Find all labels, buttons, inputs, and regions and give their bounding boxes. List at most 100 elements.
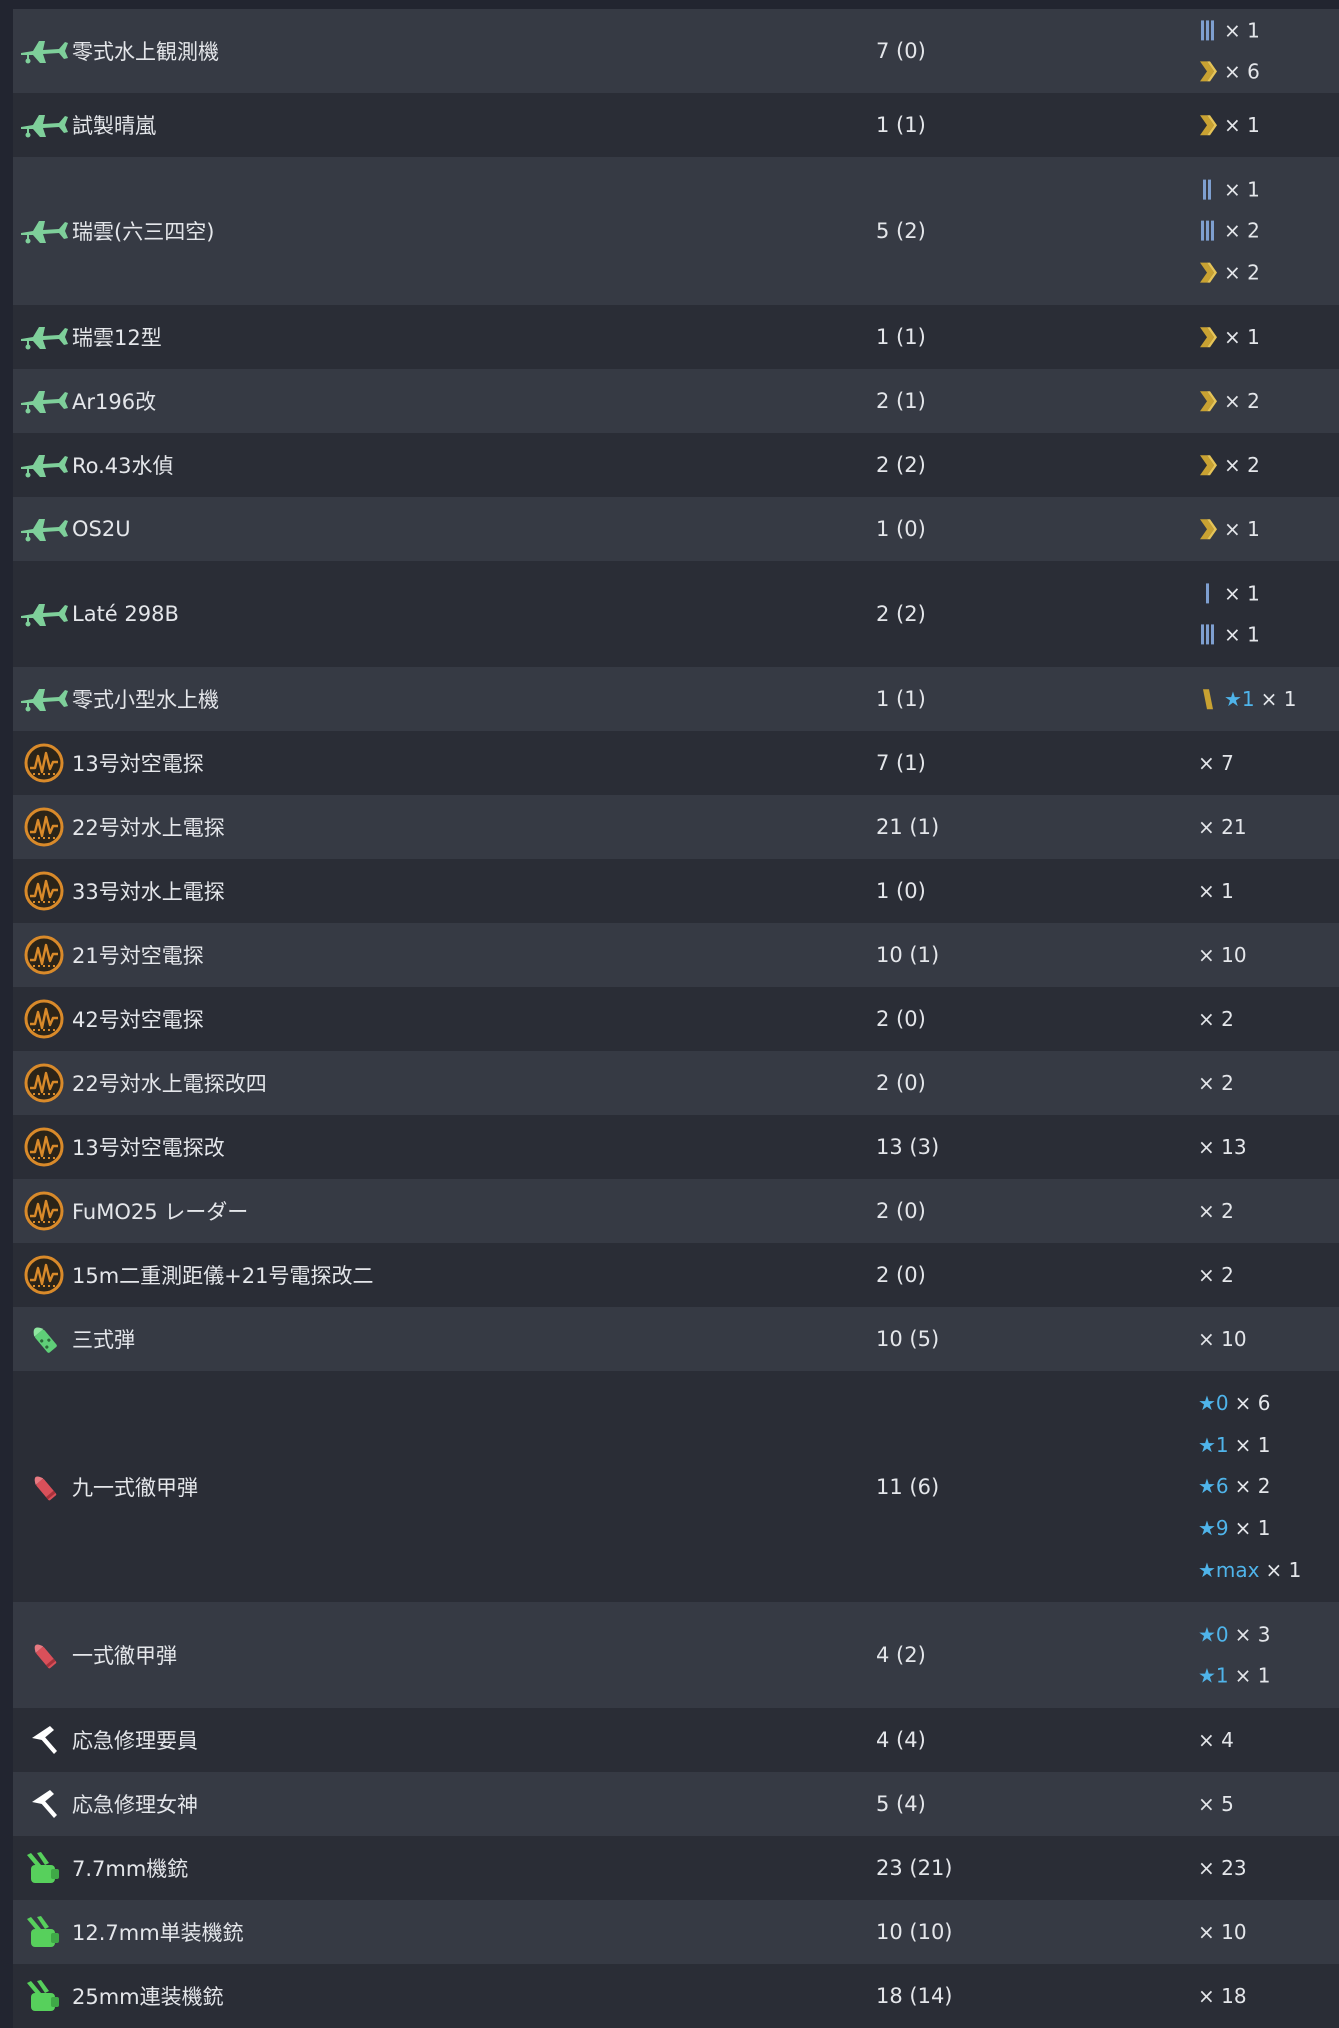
table-row[interactable]: 21号対空電探 10 (1) × 10	[13, 923, 1339, 987]
improvement-count: × 2	[1198, 1263, 1234, 1287]
equipment-name: 22号対水上電探	[72, 816, 225, 840]
improvement-list: × 1	[1198, 508, 1260, 550]
table-row[interactable]: 15m二重測距儀+21号電探改二 2 (0) × 2	[13, 1243, 1339, 1307]
equipment-name: 三式弾	[72, 1328, 135, 1352]
aa-gun-icon	[19, 1848, 69, 1888]
table-row[interactable]: FuMO25 レーダー 2 (0) × 2	[13, 1179, 1339, 1243]
equipment-count: 10 (5)	[876, 1327, 940, 1351]
improvement-list: × 2	[1198, 998, 1234, 1040]
improvement-list: × 23	[1198, 1847, 1247, 1889]
table-row[interactable]: 33号対水上電探 1 (0) × 1	[13, 859, 1339, 923]
improvement-entry: × 1	[1198, 870, 1234, 912]
table-row[interactable]: 零式水上観測機 7 (0) × 1 × 6	[13, 9, 1339, 93]
seaplane-icon	[19, 509, 69, 549]
ap-shell-icon	[19, 1467, 69, 1507]
equipment-count: 4 (4)	[876, 1728, 926, 1752]
improvement-entry: × 10	[1198, 1318, 1247, 1360]
prof-gold-icon	[1198, 262, 1218, 284]
improvement-count: × 1	[1234, 1663, 1271, 1688]
radar-icon	[19, 807, 69, 847]
prof-gold-icon	[1198, 114, 1218, 136]
table-row[interactable]: 瑞雲12型 1 (1) × 1	[13, 305, 1339, 369]
equipment-name: OS2U	[72, 517, 131, 541]
improvement-entry: × 18	[1198, 1975, 1247, 2017]
improvement-list: × 2	[1198, 1254, 1234, 1296]
equipment-count: 2 (1)	[876, 389, 926, 413]
improvement-list: ★0 × 3 ★1 × 1	[1198, 1613, 1271, 1696]
improvement-count: × 2	[1224, 389, 1260, 413]
radar-icon	[19, 999, 69, 1039]
table-row[interactable]: 25mm連装機銃 18 (14) × 18	[13, 1964, 1339, 2028]
table-row[interactable]: Laté 298B 2 (2) × 1 × 1	[13, 561, 1339, 667]
repair-icon	[19, 1720, 69, 1760]
improvement-entry: × 2	[1198, 252, 1260, 294]
improvement-list: × 1	[1198, 870, 1234, 912]
repair-icon	[19, 1784, 69, 1824]
improvement-count: × 5	[1198, 1792, 1234, 1816]
table-row[interactable]: Ar196改 2 (1) × 2	[13, 369, 1339, 433]
improvement-count: × 10	[1198, 943, 1247, 967]
equipment-count: 2 (0)	[876, 1199, 926, 1223]
equipment-count: 1 (1)	[876, 687, 926, 711]
prof-1-icon	[1198, 582, 1218, 604]
table-row[interactable]: 13号対空電探 7 (1) × 7	[13, 731, 1339, 795]
equipment-count: 2 (2)	[876, 602, 926, 626]
improvement-count: × 1	[1265, 1557, 1302, 1582]
equipment-name: 22号対水上電探改四	[72, 1072, 267, 1096]
seaplane-icon	[19, 679, 69, 719]
improvement-list: ★1 × 1	[1198, 678, 1297, 720]
equipment-name: 九一式徹甲弾	[72, 1475, 198, 1500]
improvement-list: × 5	[1198, 1783, 1234, 1825]
improvement-entry: ★1 × 1	[1198, 678, 1297, 720]
improvement-entry: × 4	[1198, 1719, 1234, 1761]
improvement-entry: ★max × 1	[1198, 1549, 1301, 1591]
prof-gold-icon	[1198, 454, 1218, 476]
table-row[interactable]: 瑞雲(六三四空) 5 (2) × 1 × 2 × 2	[13, 157, 1339, 305]
improvement-entry: × 1	[1198, 508, 1260, 550]
improvement-count: × 18	[1198, 1984, 1247, 2008]
radar-icon	[19, 1255, 69, 1295]
table-row[interactable]: 12.7mm単装機銃 10 (10) × 10	[13, 1900, 1339, 1964]
improvement-list: × 2	[1198, 380, 1260, 422]
improvement-star: ★1	[1198, 1663, 1229, 1688]
table-row[interactable]: 九一式徹甲弾 11 (6) ★0 × 6 ★1 × 1 ★6 × 2 ★9 × 1 ★max × 1	[13, 1371, 1339, 1602]
table-row[interactable]: 42号対空電探 2 (0) × 2	[13, 987, 1339, 1051]
improvement-list: × 2	[1198, 1062, 1234, 1104]
improvement-entry: × 13	[1198, 1126, 1247, 1168]
improvement-entry: × 1	[1198, 614, 1260, 656]
table-row[interactable]: 三式弾 10 (5) × 10	[13, 1307, 1339, 1371]
improvement-count: × 21	[1198, 815, 1247, 839]
table-row[interactable]: 一式徹甲弾 4 (2) ★0 × 3 ★1 × 1	[13, 1602, 1339, 1708]
improvement-list: × 18	[1198, 1975, 1247, 2017]
improvement-count: × 2	[1234, 1474, 1271, 1499]
prof-gold-icon	[1198, 518, 1218, 540]
improvement-entry: × 1	[1198, 104, 1260, 146]
table-row[interactable]: 7.7mm機銃 23 (21) × 23	[13, 1836, 1339, 1900]
table-row[interactable]: 13号対空電探改 13 (3) × 13	[13, 1115, 1339, 1179]
improvement-count: × 1	[1224, 581, 1260, 606]
improvement-list: × 10	[1198, 1318, 1247, 1360]
table-row[interactable]: 試製晴嵐 1 (1) × 1	[13, 93, 1339, 157]
improvement-list: × 2	[1198, 444, 1260, 486]
improvement-list: × 1	[1198, 104, 1260, 146]
prof-3-icon	[1198, 220, 1218, 242]
table-row[interactable]: Ro.43水偵 2 (2) × 2	[13, 433, 1339, 497]
improvement-star: ★max	[1198, 1557, 1260, 1582]
table-row[interactable]: 22号対水上電探改四 2 (0) × 2	[13, 1051, 1339, 1115]
equipment-name: Ro.43水偵	[72, 454, 174, 478]
table-row[interactable]: 零式小型水上機 1 (1) ★1 × 1	[13, 667, 1339, 731]
improvement-count: × 1	[1224, 622, 1260, 647]
equipment-count: 2 (0)	[876, 1071, 926, 1095]
table-row[interactable]: 応急修理女神 5 (4) × 5	[13, 1772, 1339, 1836]
equipment-name: FuMO25 レーダー	[72, 1200, 249, 1224]
table-row[interactable]: 応急修理要員 4 (4) × 4	[13, 1708, 1339, 1772]
improvement-entry: × 1	[1198, 572, 1260, 614]
improvement-count: × 3	[1234, 1622, 1271, 1647]
aa-gun-icon	[19, 1976, 69, 2016]
equipment-count: 7 (1)	[876, 751, 926, 775]
table-row[interactable]: OS2U 1 (0) × 1	[13, 497, 1339, 561]
equipment-name: 21号対空電探	[72, 944, 204, 968]
equipment-count: 1 (1)	[876, 325, 926, 349]
equipment-name: 33号対水上電探	[72, 880, 225, 904]
table-row[interactable]: 22号対水上電探 21 (1) × 21	[13, 795, 1339, 859]
